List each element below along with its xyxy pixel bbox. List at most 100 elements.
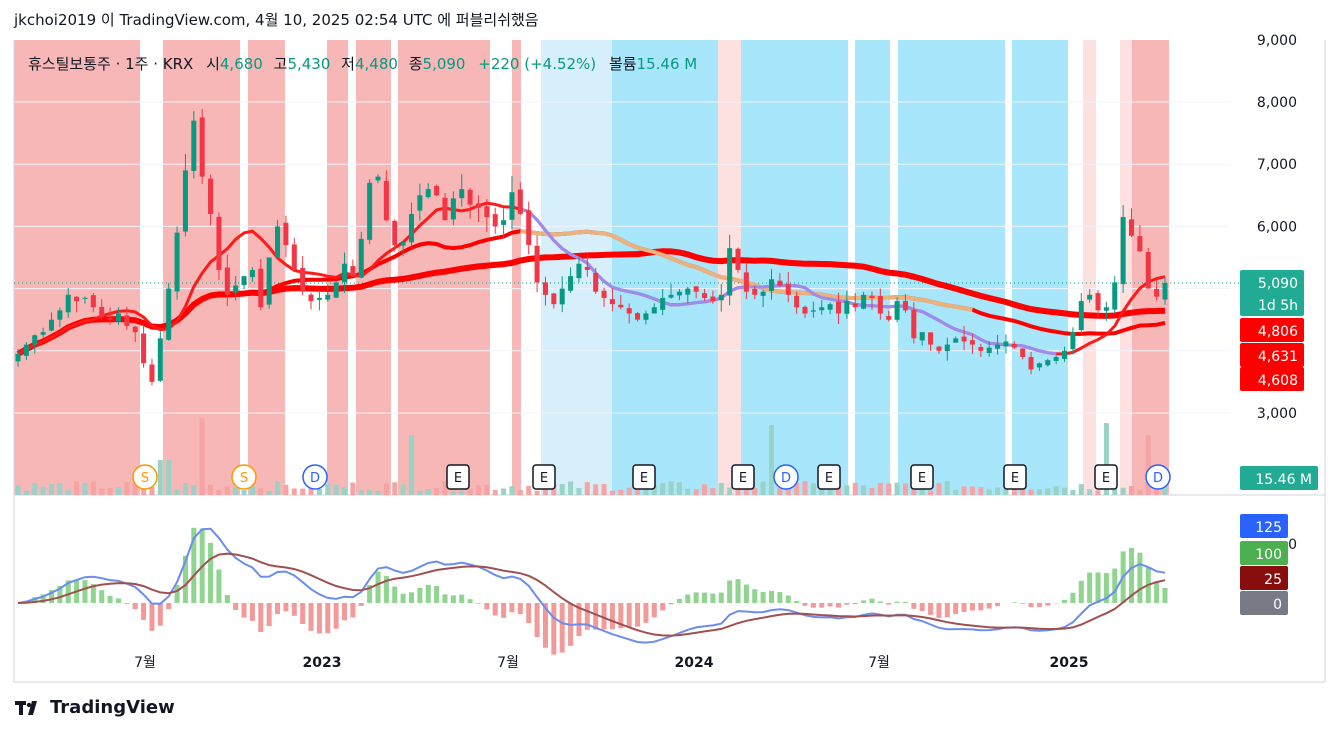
candle-body <box>718 294 724 301</box>
candle-body <box>241 276 247 286</box>
volume-bar <box>283 484 289 495</box>
candle-body <box>819 307 825 311</box>
macd-histogram-bar <box>342 603 348 621</box>
event-label: D <box>781 471 791 486</box>
volume-bar <box>601 483 607 495</box>
volume-bar <box>768 424 775 495</box>
macd-histogram-bar <box>676 598 682 603</box>
candle-body <box>995 344 1001 349</box>
volume-label: 볼륨 <box>608 55 637 73</box>
candle-body <box>794 295 800 308</box>
volume-bar <box>501 488 507 495</box>
candle-body <box>475 203 481 208</box>
event-marker: D <box>773 464 799 490</box>
high-label: 고 <box>273 55 288 73</box>
signal-line <box>17 552 1166 637</box>
volume-bar <box>40 486 46 495</box>
candle-body <box>777 280 783 286</box>
candle-body <box>768 279 775 291</box>
highlight-zone <box>1083 40 1096 495</box>
candle-body <box>166 288 172 340</box>
event-marker: E <box>1003 464 1027 490</box>
volume-bar <box>1053 486 1059 495</box>
volume-bar <box>417 490 423 495</box>
macd-histogram-bar <box>802 603 808 606</box>
macd-histogram-bar <box>936 603 942 618</box>
candle-body <box>1070 332 1076 350</box>
volume-bar <box>852 482 858 495</box>
candle-body <box>291 244 297 270</box>
candle-body <box>953 338 959 343</box>
volume-bar <box>74 481 80 495</box>
candle-body <box>1087 294 1093 300</box>
volume-bar <box>23 490 29 495</box>
macd-panel <box>17 527 1168 655</box>
volume-bar <box>978 487 984 495</box>
event-marker: S <box>132 464 158 490</box>
event-marker: D <box>1145 464 1171 490</box>
candle-body <box>224 267 230 295</box>
candle-body <box>417 195 423 211</box>
event-marker: E <box>1094 464 1118 490</box>
highlight-zone <box>741 40 848 495</box>
candle-body <box>308 294 314 302</box>
macd-histogram-bar <box>442 594 448 603</box>
macd-histogram-bar <box>1112 568 1118 603</box>
macd-histogram-bar <box>735 579 741 603</box>
candle-body <box>643 313 649 320</box>
symbol-legend: 휴스틸보통주 · 1주 · KRX 시4,680 고5,430 저4,480 종… <box>28 53 697 74</box>
volume-bar <box>99 488 105 495</box>
y-tick-label: 3,000 <box>1257 406 1297 422</box>
candle-body <box>685 288 691 295</box>
volume-bar <box>995 487 1001 495</box>
macd-badge: 0 <box>1240 591 1288 615</box>
macd-histogram-bar <box>852 603 858 605</box>
macd-histogram-bar <box>124 603 130 604</box>
volume-bar <box>333 484 339 495</box>
highlight-zone <box>1012 40 1068 495</box>
macd-histogram-bar <box>643 603 649 623</box>
footer-brand[interactable]: TradingView <box>14 697 175 718</box>
macd-histogram-bar <box>82 580 88 603</box>
candle-body <box>743 272 749 292</box>
y-tick-label: 8,000 <box>1257 95 1297 111</box>
macd-histogram-bar <box>157 603 163 626</box>
volume-bar <box>57 483 63 495</box>
volume-bar <box>350 482 356 495</box>
event-label: D <box>310 471 320 486</box>
candle-body <box>32 335 38 345</box>
volume-bar <box>902 483 908 495</box>
price-badge-label: 4,631 <box>1258 349 1298 365</box>
price-badge: 4,806 <box>1240 318 1304 342</box>
volume-bar <box>1095 490 1101 495</box>
volume-bar <box>526 486 532 495</box>
macd-histogram-bar <box>651 603 657 618</box>
chart-canvas[interactable]: SSDEEEEDEEEED 3,0004,0005,0006,0007,0008… <box>0 0 1341 690</box>
candle-body <box>1053 357 1059 361</box>
candle-body <box>23 344 29 356</box>
macd-histogram-bar <box>819 603 825 608</box>
macd-histogram-bar <box>919 603 925 612</box>
price-badge: 5,090 1d 5h <box>1240 270 1304 316</box>
volume-bar <box>383 483 389 495</box>
candle-body <box>1095 293 1101 311</box>
candle-body <box>99 306 105 317</box>
macd-histogram-bar <box>233 603 239 610</box>
candle-body <box>400 241 406 246</box>
macd-histogram-bar <box>727 580 733 603</box>
volume-bar <box>760 481 766 495</box>
event-label: E <box>1102 471 1110 486</box>
macd-histogram-bar <box>710 593 716 603</box>
macd-histogram-bar <box>526 603 532 623</box>
volume-bar <box>358 490 364 495</box>
x-tick-label: 2024 <box>675 655 714 671</box>
price-badge: 4,608 <box>1240 367 1304 391</box>
candle-body <box>961 336 967 342</box>
candle-body <box>693 286 699 292</box>
volume-bar <box>559 484 565 495</box>
macd-histogram-bar <box>902 601 908 603</box>
volume-bar <box>124 481 130 495</box>
volume-bar <box>400 484 406 495</box>
volume-bar <box>166 460 172 495</box>
candle-body <box>492 214 498 227</box>
